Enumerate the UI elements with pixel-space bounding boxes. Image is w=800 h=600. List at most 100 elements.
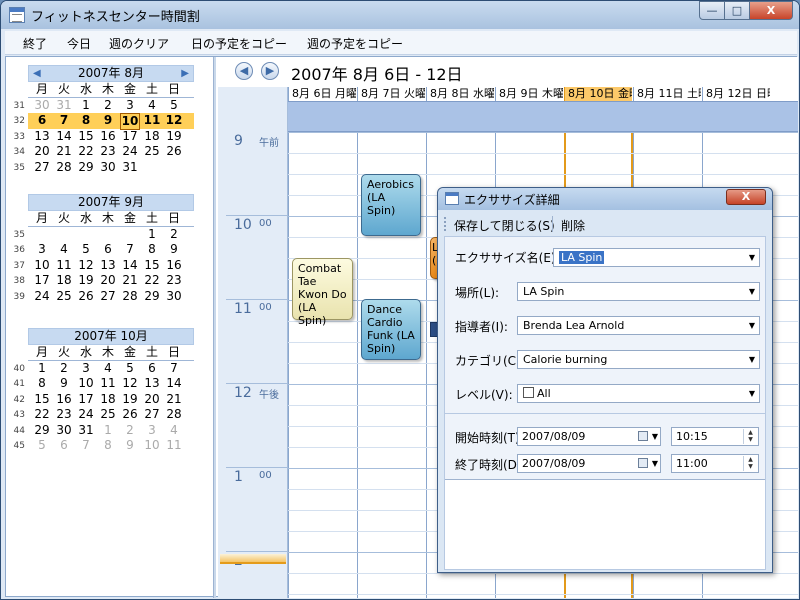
calendar-day[interactable]: 20 (32, 144, 52, 159)
calendar-day[interactable]: 30 (98, 160, 118, 175)
dialog-close-button[interactable]: X (726, 189, 766, 205)
calendar-day[interactable]: 4 (54, 242, 74, 257)
calendar-day[interactable]: 5 (120, 361, 140, 376)
calendar-day[interactable]: 8 (98, 438, 118, 453)
month-calendar-aug[interactable]: ◀ 2007年 8月 ▶ 月火水木金土日 31 30 31 1 2 3 4 5 32 6 7 8 9 10 1… (14, 65, 194, 175)
day-header[interactable]: 8月 8日 水曜日 (426, 87, 495, 101)
calendar-day[interactable]: 10 (120, 113, 140, 130)
calendar-day[interactable]: 12 (164, 113, 184, 128)
calendar-day[interactable]: 3 (120, 98, 140, 113)
calendar-day[interactable]: 30 (32, 98, 52, 113)
calendar-day[interactable]: 11 (54, 258, 74, 273)
calendar-day[interactable]: 8 (76, 113, 96, 128)
calendar-day[interactable]: 1 (76, 98, 96, 113)
level-combo[interactable]: All ▼ (517, 384, 760, 403)
calendar-day[interactable]: 22 (32, 407, 52, 422)
calendar-day[interactable]: 1 (32, 361, 52, 376)
calendar-day[interactable]: 24 (120, 144, 140, 159)
calendar-day[interactable]: 29 (32, 423, 52, 438)
calendar-day[interactable]: 6 (98, 242, 118, 257)
calendar-day[interactable]: 2 (120, 423, 140, 438)
calendar-day[interactable]: 27 (32, 160, 52, 175)
calendar-day[interactable]: 15 (142, 258, 162, 273)
calendar-day[interactable]: 21 (164, 392, 184, 407)
calendar-day[interactable]: 24 (32, 289, 52, 304)
calendar-day[interactable]: 11 (164, 438, 184, 453)
instructor-combo[interactable]: Brenda Lea Arnold ▼ (517, 316, 760, 335)
calendar-day[interactable]: 19 (76, 273, 96, 288)
day-header[interactable]: 8月 7日 火曜日 (357, 87, 426, 101)
calendar-day[interactable]: 18 (98, 392, 118, 407)
calendar-day[interactable]: 9 (120, 438, 140, 453)
calendar-day[interactable]: 5 (76, 242, 96, 257)
calendar-day[interactable]: 11 (98, 376, 118, 391)
calendar-day[interactable]: 3 (142, 423, 162, 438)
calendar-day[interactable]: 31 (54, 98, 74, 113)
next-week-button[interactable]: ▶ (261, 62, 279, 80)
calendar-day[interactable]: 28 (54, 160, 74, 175)
pane-splitter[interactable] (213, 57, 216, 598)
calendar-day[interactable]: 19 (164, 129, 184, 144)
calendar-day[interactable]: 30 (54, 423, 74, 438)
calendar-day[interactable]: 25 (54, 289, 74, 304)
day-header[interactable]: 8月 6日 月曜日 (288, 87, 357, 101)
place-combo[interactable]: LA Spin ▼ (517, 282, 760, 301)
category-combo[interactable]: Calorie burning ▼ (517, 350, 760, 369)
calendar-day[interactable]: 12 (76, 258, 96, 273)
day-header[interactable]: 8月 12日 日曜日 (702, 87, 771, 101)
calendar-day[interactable]: 11 (142, 113, 162, 128)
calendar-day[interactable]: 21 (120, 273, 140, 288)
calendar-day[interactable]: 28 (120, 289, 140, 304)
end-date-picker[interactable]: 2007/08/09 ▼ (517, 454, 661, 473)
calendar-day[interactable]: 29 (142, 289, 162, 304)
calendar-day[interactable]: 13 (142, 376, 162, 391)
menu-copy-day[interactable]: 日の予定をコピー (191, 35, 287, 52)
calendar-day[interactable]: 17 (32, 273, 52, 288)
calendar-day[interactable]: 26 (164, 144, 184, 159)
calendar-day[interactable]: 8 (32, 376, 52, 391)
calendar-day[interactable]: 23 (54, 407, 74, 422)
calendar-day[interactable]: 27 (142, 407, 162, 422)
calendar-day[interactable]: 18 (142, 129, 162, 144)
calendar-day[interactable]: 9 (164, 242, 184, 257)
calendar-day[interactable]: 6 (54, 438, 74, 453)
calendar-day[interactable]: 28 (164, 407, 184, 422)
calendar-day[interactable]: 14 (54, 129, 74, 144)
notes-area[interactable] (445, 479, 765, 569)
maximize-button[interactable]: □ (724, 1, 750, 20)
calendar-day[interactable]: 16 (98, 129, 118, 144)
next-month-icon[interactable]: ▶ (181, 66, 189, 81)
calendar-day[interactable]: 25 (142, 144, 162, 159)
calendar-day[interactable]: 14 (164, 376, 184, 391)
calendar-day[interactable]: 20 (98, 273, 118, 288)
delete-button[interactable]: 削除 (561, 217, 585, 234)
appointment-combat-tae-kwon-do[interactable]: Combat Tae Kwon Do (LA Spin) (292, 258, 353, 327)
calendar-day[interactable]: 6 (32, 113, 52, 128)
appointment-dance-cardio-funk[interactable]: Dance Cardio Funk (LA Spin) (361, 299, 421, 360)
calendar-day[interactable]: 7 (164, 361, 184, 376)
spinner-icon[interactable]: ▲ ▼ (743, 456, 757, 471)
calendar-day[interactable]: 3 (76, 361, 96, 376)
day-header[interactable]: 8月 9日 木曜日 (495, 87, 564, 101)
menu-exit[interactable]: 終了 (23, 35, 47, 52)
calendar-day[interactable]: 24 (76, 407, 96, 422)
calendar-day[interactable]: 27 (98, 289, 118, 304)
month-calendar-sep[interactable]: 2007年 9月 月火水木金土日 35 1 2 36 3 4 5 6 7 8 9 37 10 11 12 13 1… (14, 194, 194, 304)
calendar-day[interactable]: 10 (32, 258, 52, 273)
calendar-day[interactable]: 17 (76, 392, 96, 407)
menu-clear-week[interactable]: 週のクリア (109, 35, 169, 52)
calendar-day[interactable]: 29 (76, 160, 96, 175)
calendar-day[interactable]: 12 (120, 376, 140, 391)
calendar-day[interactable]: 22 (142, 273, 162, 288)
calendar-day[interactable]: 16 (54, 392, 74, 407)
calendar-day[interactable]: 8 (142, 242, 162, 257)
close-button[interactable]: X (749, 1, 793, 20)
calendar-day[interactable]: 18 (54, 273, 74, 288)
calendar-day[interactable]: 4 (98, 361, 118, 376)
menu-today[interactable]: 今日 (67, 35, 91, 52)
calendar-day[interactable]: 7 (120, 242, 140, 257)
calendar-day[interactable]: 30 (164, 289, 184, 304)
calendar-day[interactable]: 15 (76, 129, 96, 144)
start-time-input[interactable]: 10:15 ▲ ▼ (671, 427, 759, 446)
spinner-icon[interactable]: ▲ ▼ (743, 429, 757, 444)
